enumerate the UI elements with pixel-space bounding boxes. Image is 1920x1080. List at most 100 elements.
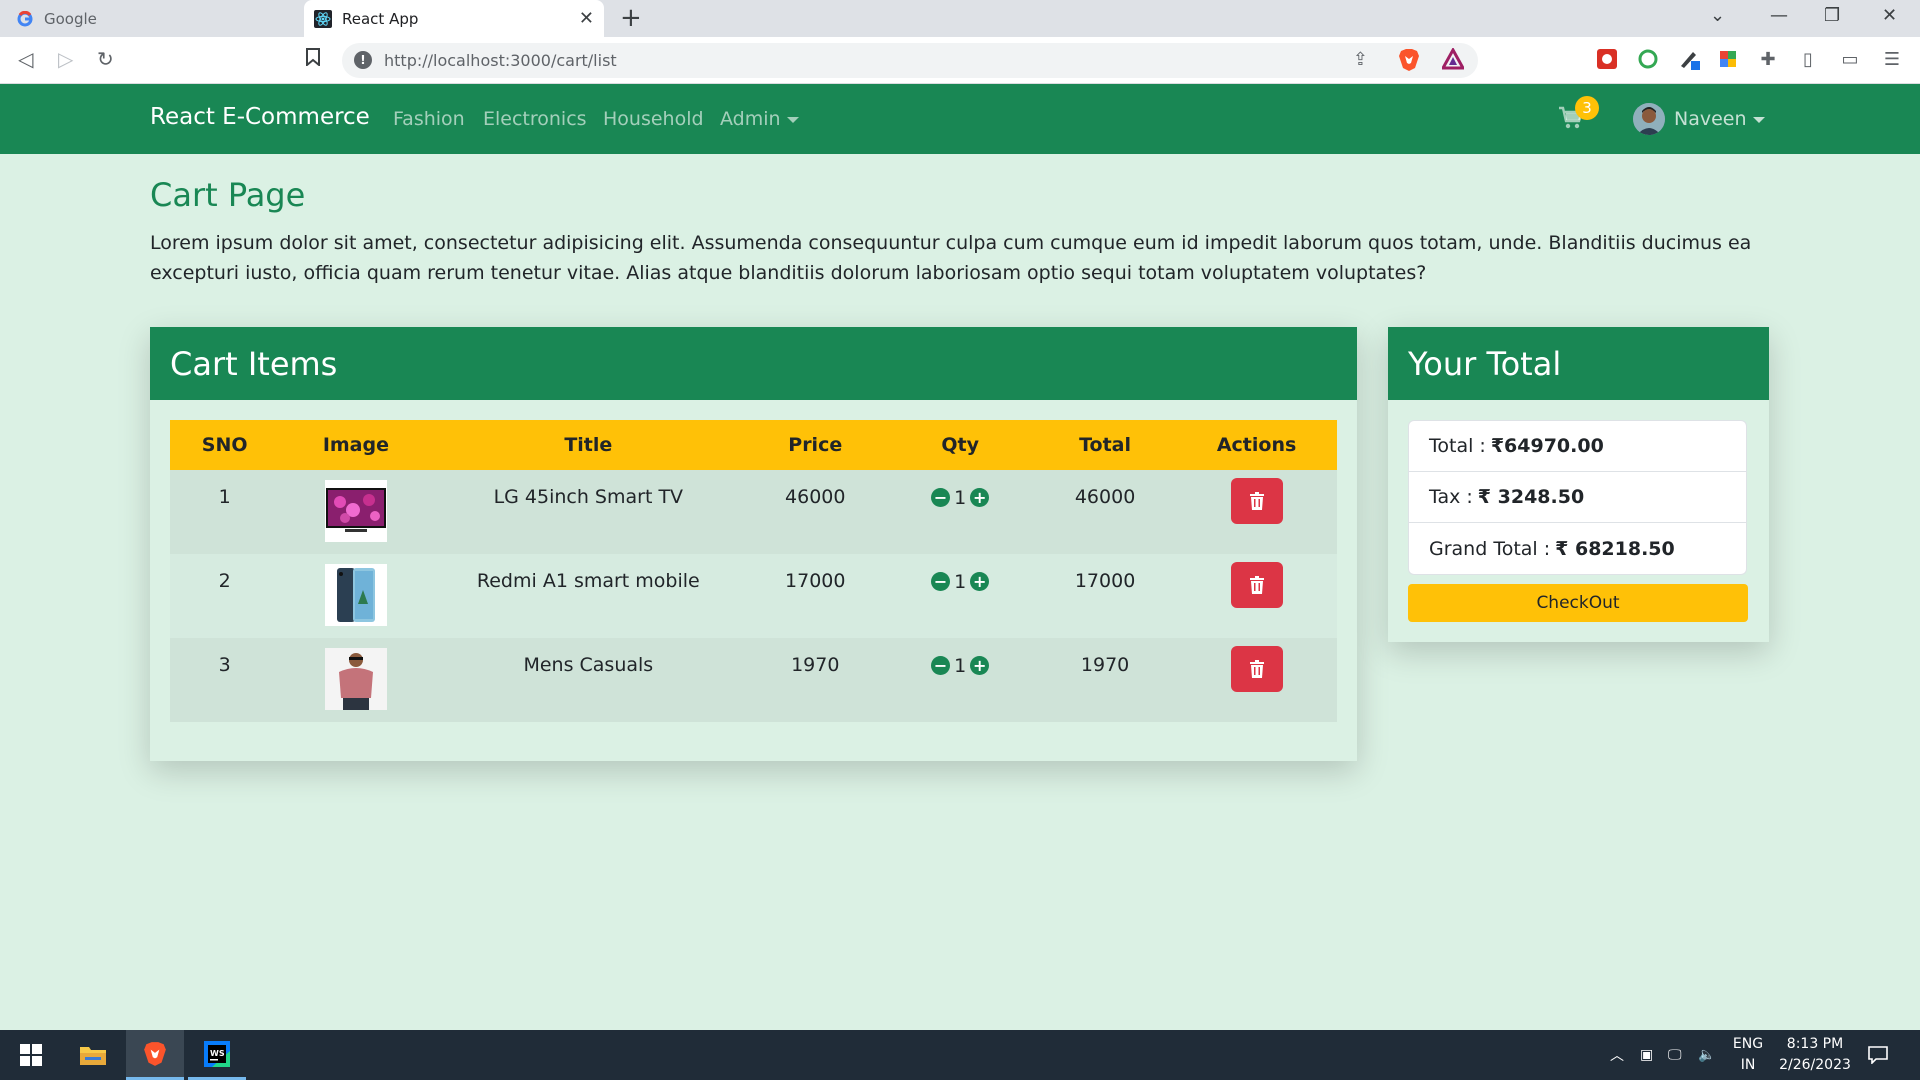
brand-logo[interactable]: React E-Commerce — [150, 104, 370, 130]
windows-start-icon[interactable] — [2, 1030, 60, 1080]
column-header: Price — [744, 420, 887, 470]
bookmark-icon[interactable] — [305, 47, 321, 71]
reload-icon[interactable]: ↻ — [97, 47, 114, 71]
close-window-icon[interactable]: ✕ — [1882, 5, 1897, 26]
address-bar[interactable]: ! http://localhost:3000/cart/list ⇪ — [342, 43, 1478, 78]
cart-items-heading: Cart Items — [150, 327, 1357, 400]
table-row: 3 Mens Casuals 1970 − 1 + 1970 — [170, 638, 1337, 722]
tab-search-icon[interactable]: ⌄ — [1710, 5, 1725, 26]
table-header-row: SNO Image Title Price Qty Total Actions — [170, 420, 1337, 470]
sidebar-icon[interactable]: ▯ — [1796, 47, 1820, 71]
shirt-image — [324, 648, 387, 710]
checkout-button[interactable]: CheckOut — [1408, 584, 1748, 622]
tax-value: ₹ 3248.50 — [1477, 486, 1585, 508]
notifications-icon[interactable] — [1868, 1030, 1888, 1080]
tab-google[interactable]: Google — [0, 0, 300, 37]
page-description: Lorem ipsum dolor sit amet, consectetur … — [150, 232, 1752, 284]
trash-icon — [1249, 576, 1264, 594]
column-header: Qty — [886, 420, 1034, 470]
new-tab-icon[interactable]: + — [620, 3, 642, 33]
chevron-down-icon — [786, 116, 799, 123]
nav-electronics[interactable]: Electronics — [483, 108, 587, 130]
cell-price: 46000 — [744, 470, 887, 554]
mobile-image — [324, 564, 387, 626]
cell-image — [279, 470, 433, 554]
extension-color-icon[interactable] — [1716, 47, 1740, 71]
language-indicator[interactable]: ENG IN — [1730, 1034, 1766, 1076]
cell-total: 1970 — [1033, 638, 1177, 722]
delete-item-button[interactable] — [1230, 562, 1283, 608]
tv-image — [324, 480, 387, 542]
increase-qty-button[interactable]: + — [970, 572, 990, 591]
wallet-icon[interactable]: ▭ — [1838, 47, 1862, 71]
qty-value: 1 — [954, 570, 967, 593]
column-header: Image — [279, 420, 433, 470]
webstorm-icon[interactable]: WS — [188, 1030, 246, 1080]
clock-date: 2/26/2023 — [1779, 1057, 1851, 1073]
site-info-icon[interactable]: ! — [354, 51, 372, 69]
cell-total: 17000 — [1033, 554, 1177, 638]
extension-pen-icon[interactable] — [1677, 47, 1701, 71]
tab-react-app[interactable]: React App ✕ — [304, 0, 604, 37]
nav-household[interactable]: Household — [603, 108, 704, 130]
cell-qty: − 1 + — [886, 554, 1034, 638]
nav-admin-dropdown[interactable]: Admin — [720, 108, 799, 130]
decrease-qty-button[interactable]: − — [931, 572, 951, 591]
username-label: Naveen — [1674, 108, 1747, 130]
user-menu-dropdown[interactable]: Naveen — [1674, 108, 1765, 130]
extension-red-icon[interactable] — [1595, 47, 1619, 71]
column-header: Total — [1033, 420, 1177, 470]
app-navbar: React E-Commerce Fashion Electronics Hou… — [0, 84, 1920, 154]
page-title: Cart Page — [150, 176, 306, 214]
cell-actions — [1176, 554, 1337, 638]
cell-qty: − 1 + — [886, 638, 1034, 722]
browser-tab-strip: Google React App ✕ + ⌄ — ❐ ✕ — [0, 0, 1920, 37]
chevron-up-icon[interactable]: ︿ — [1610, 1030, 1624, 1080]
decrease-qty-button[interactable]: − — [931, 656, 951, 675]
increase-qty-button[interactable]: + — [970, 488, 990, 507]
volume-icon[interactable]: 🔈 — [1698, 1030, 1715, 1080]
network-icon[interactable]: 🖵 — [1668, 1030, 1682, 1080]
cell-sno: 3 — [170, 638, 280, 722]
delete-item-button[interactable] — [1230, 478, 1283, 524]
brave-shields-icon[interactable] — [1398, 48, 1420, 76]
your-total-heading: Your Total — [1388, 327, 1769, 400]
windows-taskbar: WS ︿ ▣ 🖵 🔈 ENG IN 8:13 PM 2/26/2023 — [0, 1030, 1920, 1080]
column-header: Title — [432, 420, 745, 470]
region-code: IN — [1740, 1057, 1756, 1073]
decrease-qty-button[interactable]: − — [931, 488, 951, 507]
list-item: Tax : ₹ 3248.50 — [1409, 472, 1746, 523]
extensions-puzzle-icon[interactable]: ✚ — [1756, 47, 1780, 71]
list-item: Total : ₹64970.00 — [1409, 421, 1746, 472]
system-clock[interactable]: 8:13 PM 2/26/2023 — [1770, 1034, 1860, 1076]
restore-icon[interactable]: ❐ — [1824, 5, 1840, 26]
brave-browser-icon[interactable] — [126, 1030, 184, 1080]
tab-title: Google — [44, 9, 97, 28]
minimize-icon[interactable]: — — [1770, 5, 1788, 26]
avatar[interactable] — [1633, 103, 1665, 135]
increase-qty-button[interactable]: + — [970, 656, 990, 675]
forward-icon[interactable]: ▷ — [58, 47, 73, 71]
brave-rewards-icon[interactable] — [1440, 46, 1466, 74]
browser-toolbar: ◁ ▷ ↻ ! http://localhost:3000/cart/list … — [0, 37, 1920, 84]
cart-count-badge: 3 — [1575, 96, 1599, 120]
back-icon[interactable]: ◁ — [18, 47, 33, 71]
delete-item-button[interactable] — [1230, 646, 1283, 692]
cell-price: 1970 — [744, 638, 887, 722]
menu-icon[interactable]: ☰ — [1880, 47, 1904, 71]
meet-icon[interactable]: ▣ — [1640, 1030, 1653, 1080]
file-explorer-icon[interactable] — [64, 1030, 122, 1080]
table-row: 2 Redmi A1 smart mobile 17000 − 1 + 1700… — [170, 554, 1337, 638]
nav-admin-label: Admin — [720, 108, 781, 130]
nav-fashion[interactable]: Fashion — [393, 108, 465, 130]
cell-title: Redmi A1 smart mobile — [432, 554, 745, 638]
close-tab-icon[interactable]: ✕ — [579, 8, 594, 29]
tab-title: React App — [342, 9, 419, 28]
tax-label: Tax : — [1429, 486, 1473, 508]
google-icon — [16, 10, 34, 28]
share-icon[interactable]: ⇪ — [1353, 49, 1368, 70]
extension-green-icon[interactable] — [1636, 47, 1660, 71]
your-total-card: Your Total Total : ₹64970.00 Tax : ₹ 324… — [1388, 327, 1769, 642]
qty-value: 1 — [954, 486, 967, 509]
cell-sno: 2 — [170, 554, 280, 638]
